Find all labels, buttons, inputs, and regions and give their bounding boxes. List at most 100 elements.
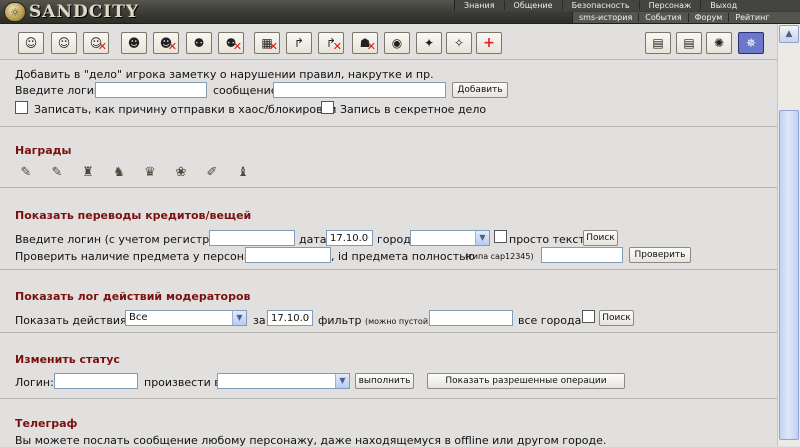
- award-3-icon[interactable]: ♜: [78, 164, 98, 182]
- filter-input[interactable]: [429, 310, 513, 326]
- nav-security[interactable]: Безопасность: [563, 1, 640, 10]
- transfers-login-label: Введите логин (с учетом регистра!): [15, 233, 225, 246]
- log-search-button[interactable]: Поиск: [599, 310, 634, 326]
- remove-chaos-icon[interactable]: ↱ ✕: [318, 32, 344, 54]
- plain-text-label: просто текст: [509, 233, 585, 246]
- chaos-icon[interactable]: ↱: [286, 32, 312, 54]
- heal-icon[interactable]: +: [476, 32, 502, 54]
- item-id-hint: (типа cap12345): [465, 252, 534, 261]
- log-date-input[interactable]: [267, 310, 313, 326]
- award-6-icon[interactable]: ❀: [171, 164, 191, 182]
- divider: [0, 126, 777, 127]
- magic-remove-icon[interactable]: ✧: [446, 32, 472, 54]
- status-title: Изменить статус: [15, 353, 120, 366]
- scroll-thumb[interactable]: [779, 110, 799, 440]
- nav-exit[interactable]: Выход: [701, 1, 746, 10]
- forum-silence-icon[interactable]: ☻: [121, 32, 147, 54]
- top-bar: ☼ SANDCITY Знания Общение Безопасность П…: [0, 0, 800, 24]
- awards-title: Награды: [15, 144, 72, 157]
- all-cities-checkbox[interactable]: [582, 310, 595, 323]
- primary-nav: Знания Общение Безопасность Персонаж Вых…: [454, 0, 800, 11]
- vertical-scrollbar[interactable]: ▲: [777, 24, 800, 446]
- scroll-icon[interactable]: ▤: [645, 32, 671, 54]
- remove-silence-icon[interactable]: ☺ ✕: [83, 32, 109, 54]
- secret-record-label: Запись в секретное дело: [340, 103, 487, 116]
- chaos-reason-checkbox[interactable]: [15, 101, 28, 114]
- plain-text-checkbox[interactable]: [494, 230, 507, 243]
- award-2-icon[interactable]: ✎: [47, 164, 67, 182]
- nav-character[interactable]: Персонаж: [640, 1, 702, 10]
- moderator-log-title: Показать лог действий модераторов: [15, 290, 251, 303]
- execute-button[interactable]: выполнить: [355, 373, 414, 389]
- item-check-login-input[interactable]: [245, 247, 331, 263]
- allowed-operations-button[interactable]: Показать разрешенные операции: [427, 373, 625, 389]
- check-button[interactable]: Проверить: [629, 247, 691, 263]
- transfers-city-select[interactable]: ▼: [410, 230, 490, 246]
- all-cities-label: все города: [518, 314, 582, 327]
- sun-icon[interactable]: ✺: [706, 32, 732, 54]
- secret-record-checkbox[interactable]: [321, 101, 334, 114]
- transfers-city-label: город: [377, 233, 411, 246]
- award-8-icon[interactable]: ♝: [233, 164, 253, 182]
- moderator-toolbar: ☺ ☺ ☺ ✕ ☻ ☻ ✕ ⚉ ⚉ ✕ ▦ ✕ ↱ ↱ ✕ ☗ ✕ ◉ ✦ ✧ + ▤ ▤ …: [0, 24, 777, 60]
- nav-forum[interactable]: Форум: [689, 13, 730, 22]
- award-4-icon[interactable]: ♞: [109, 164, 129, 182]
- silence-icon[interactable]: ☺: [18, 32, 44, 54]
- transfers-date-label: дата: [299, 233, 327, 246]
- award-1-icon[interactable]: ✎: [16, 164, 36, 182]
- status-login-label: Логин:: [15, 376, 54, 389]
- note-login-input[interactable]: [95, 82, 207, 98]
- telegraph-title: Телеграф: [15, 417, 78, 430]
- actions-selected-value: Все: [129, 312, 148, 323]
- item-id-label: , id предмета полностью: [331, 250, 475, 263]
- stealth-icon[interactable]: ◉: [384, 32, 410, 54]
- divider: [0, 332, 777, 333]
- nav-sms-history[interactable]: sms-история: [573, 13, 640, 22]
- jail-icon[interactable]: ▦ ✕: [254, 32, 280, 54]
- scroll-2-icon[interactable]: ▤: [676, 32, 702, 54]
- divider: [0, 398, 777, 399]
- main-content: Добавить в "дело" игрока заметку о наруш…: [0, 61, 777, 447]
- chaos-reason-label: Записать, как причину отправки в хаос/бл…: [34, 103, 337, 116]
- actions-select[interactable]: Все ▼: [125, 310, 247, 326]
- filter-hint: (можно пустой): [364, 317, 432, 326]
- transfers-login-input[interactable]: [209, 230, 295, 246]
- info-icon[interactable]: ✵: [738, 32, 764, 54]
- for-label: за: [253, 314, 266, 327]
- nav-rating[interactable]: Рейтинг: [729, 13, 775, 22]
- remove-block-icon[interactable]: ⚉ ✕: [218, 32, 244, 54]
- chevron-down-icon: ▼: [335, 374, 349, 388]
- divider: [0, 187, 777, 188]
- block-icon[interactable]: ⚉: [186, 32, 212, 54]
- note-description: Добавить в "дело" игрока заметку о наруш…: [15, 68, 434, 81]
- telegraph-description: Вы можете послать сообщение любому персо…: [15, 434, 607, 447]
- scroll-up-icon[interactable]: ▲: [779, 25, 799, 43]
- magic-icon[interactable]: ✦: [416, 32, 442, 54]
- item-id-input[interactable]: [541, 247, 623, 263]
- divider: [0, 269, 777, 270]
- status-select[interactable]: ▼: [217, 373, 350, 389]
- transfers-title: Показать переводы кредитов/вещей: [15, 209, 252, 222]
- chevron-down-icon: ▼: [475, 231, 489, 245]
- award-5-icon[interactable]: ♛: [140, 164, 160, 182]
- silence-long-icon[interactable]: ☺: [51, 32, 77, 54]
- note-message-label: сообщение: [213, 84, 278, 97]
- logo-text: SANDCITY: [29, 2, 140, 22]
- mask-icon[interactable]: ☗ ✕: [352, 32, 378, 54]
- nav-communication[interactable]: Общение: [505, 1, 563, 10]
- nav-knowledge[interactable]: Знания: [455, 1, 505, 10]
- status-login-input[interactable]: [54, 373, 138, 389]
- add-note-button[interactable]: Добавить: [452, 82, 508, 98]
- filter-label-text: фильтр: [318, 314, 362, 327]
- filter-label: фильтр (можно пустой): [318, 314, 431, 327]
- note-login-label: Введите логин: [15, 84, 102, 97]
- logo[interactable]: ☼ SANDCITY: [4, 1, 144, 23]
- transfers-date-input[interactable]: [326, 230, 373, 246]
- remove-forum-silence-icon[interactable]: ☻ ✕: [153, 32, 179, 54]
- note-message-input[interactable]: [273, 82, 446, 98]
- nav-events[interactable]: События: [639, 13, 689, 22]
- transfers-search-button[interactable]: Поиск: [583, 230, 618, 246]
- secondary-nav: sms-история События Форум Рейтинг: [572, 12, 800, 23]
- award-7-icon[interactable]: ✐: [202, 164, 222, 182]
- item-check-label: Проверить наличие предмета у персонажа: [15, 250, 268, 263]
